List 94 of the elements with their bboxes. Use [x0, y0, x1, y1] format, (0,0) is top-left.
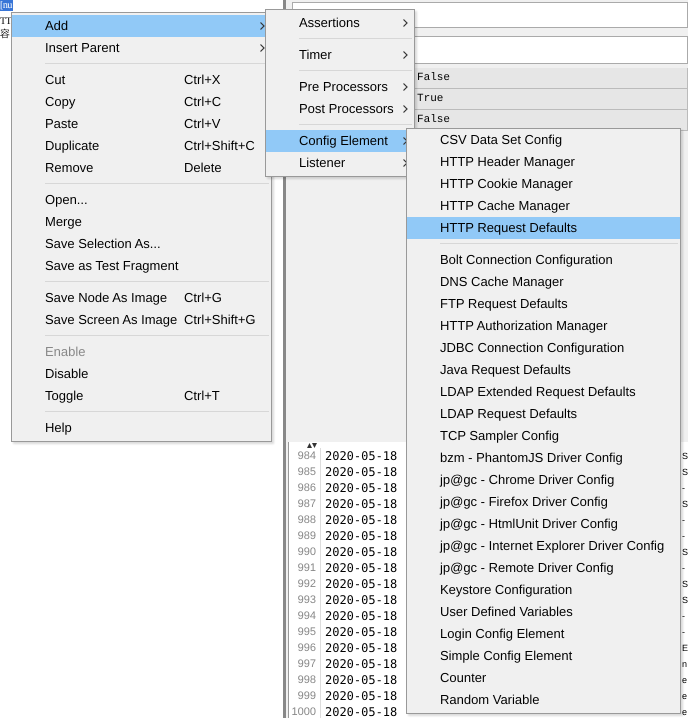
log-date: 2020-05-18 — [325, 640, 398, 656]
log-date: 2020-05-18 — [325, 464, 398, 480]
line-number: 995 — [289, 624, 321, 640]
menu-item[interactable]: Merge — [12, 211, 271, 233]
log-date: 2020-05-18 — [325, 496, 398, 512]
log-text: - — [682, 626, 686, 639]
menu-item[interactable]: HTTP Authorization Manager — [407, 315, 680, 337]
menu-item[interactable]: jp@gc - HtmlUnit Driver Config — [407, 513, 680, 535]
menu-item[interactable]: HTTP Cache Manager — [407, 195, 680, 217]
log-date: 2020-05-18 — [325, 624, 398, 640]
log-date: 2020-05-18 — [325, 672, 398, 688]
tree-item[interactable]: 容 — [0, 29, 10, 40]
menu-item[interactable]: Simple Config Element — [407, 645, 680, 667]
line-number: 1000 — [289, 704, 321, 718]
menu-item[interactable]: Post Processors — [266, 98, 414, 120]
menu-item[interactable]: HTTP Request Defaults — [407, 217, 680, 239]
line-number: 986 — [289, 480, 321, 496]
line-number: 990 — [289, 544, 321, 560]
line-number: 988 — [289, 512, 321, 528]
log-date: 2020-05-18 — [325, 480, 398, 496]
table-cell: True — [412, 89, 688, 110]
menu-item[interactable]: jp@gc - Remote Driver Config — [407, 557, 680, 579]
menu-item[interactable]: Counter — [407, 667, 680, 689]
menu-item[interactable]: Help — [12, 417, 271, 439]
menu-item[interactable]: Pre Processors — [266, 76, 414, 98]
menu-item[interactable]: LDAP Extended Request Defaults — [407, 381, 680, 403]
menu-item[interactable]: Toggle Ctrl+T — [12, 385, 271, 407]
menu-item[interactable]: Disable — [12, 363, 271, 385]
line-number: 993 — [289, 592, 321, 608]
line-number: 994 — [289, 608, 321, 624]
log-date: 2020-05-18 — [325, 576, 398, 592]
table-cell: False — [412, 68, 688, 89]
menu-item[interactable]: Java Request Defaults — [407, 359, 680, 381]
menu-item[interactable]: User Defined Variables — [407, 601, 680, 623]
log-text: - — [682, 562, 686, 575]
log-text: S — [682, 498, 688, 511]
menu-item[interactable]: Bolt Connection Configuration — [407, 249, 680, 271]
log-date: 2020-05-18 — [325, 688, 398, 704]
menu-item[interactable]: bzm - PhantomJS Driver Config — [407, 447, 680, 469]
line-number: 985 — [289, 464, 321, 480]
line-number: 984 — [289, 448, 321, 464]
sort-icon[interactable] — [307, 443, 317, 448]
menu-item[interactable]: FTP Request Defaults — [407, 293, 680, 315]
tree-item[interactable]: [nu — [0, 0, 13, 11]
menu-item[interactable]: Timer — [266, 44, 414, 66]
log-date: 2020-05-18 — [325, 608, 398, 624]
menu-item[interactable]: Save Screen As Image Ctrl+Shift+G — [12, 309, 271, 331]
menu-item[interactable]: Save Selection As... — [12, 233, 271, 255]
log-date: 2020-05-18 — [325, 592, 398, 608]
tree-item[interactable]: TT — [0, 16, 12, 27]
menu-item[interactable]: TCP Sampler Config — [407, 425, 680, 447]
menu-item[interactable]: Save as Test Fragment — [12, 255, 271, 277]
log-text: n — [682, 658, 688, 671]
menu-item[interactable]: jp@gc - Chrome Driver Config — [407, 469, 680, 491]
line-number: 996 — [289, 640, 321, 656]
line-number: 997 — [289, 656, 321, 672]
menu-item[interactable]: Open... — [12, 189, 271, 211]
log-text: e — [682, 674, 688, 687]
menu-item[interactable]: Login Config Element — [407, 623, 680, 645]
log-date: 2020-05-18 — [325, 560, 398, 576]
menu-item[interactable]: Keystore Configuration — [407, 579, 680, 601]
menu-item[interactable]: DNS Cache Manager — [407, 271, 680, 293]
line-number: 989 — [289, 528, 321, 544]
log-date: 2020-05-18 — [325, 656, 398, 672]
menu-item[interactable]: JDBC Connection Configuration — [407, 337, 680, 359]
menu-item[interactable]: jp@gc - Internet Explorer Driver Config — [407, 535, 680, 557]
log-text: - — [682, 530, 686, 543]
log-text: S — [682, 578, 688, 591]
log-text: - — [682, 482, 686, 495]
log-text: - — [682, 514, 686, 527]
menu-item[interactable]: Save Node As Image Ctrl+G — [12, 287, 271, 309]
menu-item[interactable]: LDAP Request Defaults — [407, 403, 680, 425]
log-date: 2020-05-18 — [325, 512, 398, 528]
menu-item[interactable]: HTTP Header Manager — [407, 151, 680, 173]
log-date: 2020-05-18 — [325, 448, 398, 464]
line-number: 987 — [289, 496, 321, 512]
log-date: 2020-05-18 — [325, 528, 398, 544]
line-number: 991 — [289, 560, 321, 576]
menu-item[interactable]: jp@gc - Firefox Driver Config — [407, 491, 680, 513]
log-text: - — [682, 610, 686, 623]
log-text: S — [682, 466, 688, 479]
log-text: S — [682, 594, 688, 607]
line-number: 992 — [289, 576, 321, 592]
log-text: E — [682, 642, 688, 655]
menu-item[interactable]: Random Variable — [407, 689, 680, 711]
log-text: S — [682, 546, 688, 559]
log-date: 2020-05-18 — [325, 544, 398, 560]
line-number: 999 — [289, 688, 321, 704]
log-text: S — [682, 450, 688, 463]
menu-item[interactable]: HTTP Cookie Manager — [407, 173, 680, 195]
log-date: 2020-05-18 — [325, 704, 398, 718]
log-text: e — [682, 690, 688, 703]
line-number: 998 — [289, 672, 321, 688]
log-text: e — [682, 706, 688, 718]
